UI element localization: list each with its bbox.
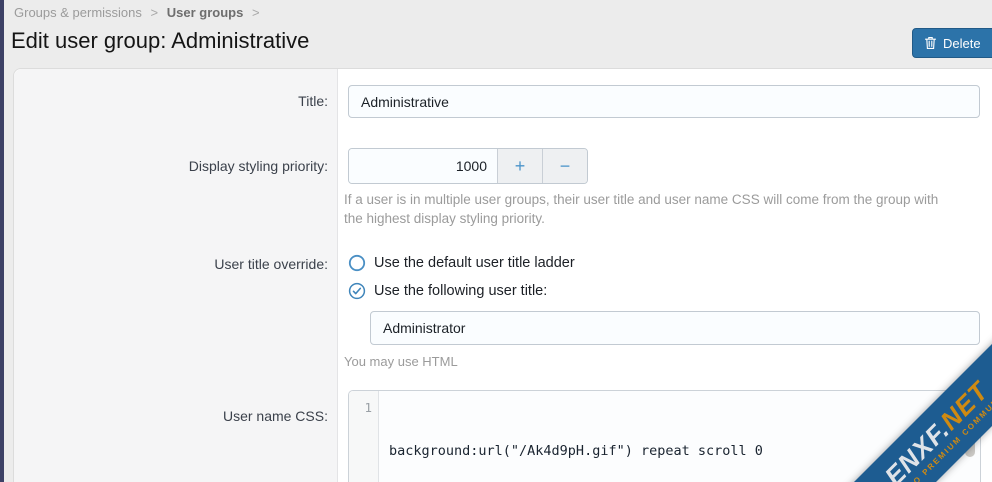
page-left-accent-strip — [0, 0, 4, 482]
html-allowed-help: You may use HTML — [344, 352, 744, 371]
code-editor-gutter: 1 — [349, 391, 379, 482]
display-styling-priority-stepper: + − — [348, 148, 588, 184]
display-styling-priority-input[interactable] — [349, 149, 497, 183]
breadcrumb: Groups & permissions > User groups > — [14, 5, 265, 20]
decrement-button[interactable]: − — [542, 149, 587, 183]
radio-option-label: Use the default user title ladder — [374, 255, 575, 271]
title-label: Title: — [18, 93, 328, 109]
increment-button[interactable]: + — [497, 149, 542, 183]
title-input[interactable] — [348, 85, 980, 118]
display-styling-priority-help: If a user is in multiple user groups, th… — [344, 190, 956, 228]
delete-button-label: Delete — [943, 36, 981, 51]
breadcrumb-separator: > — [151, 5, 159, 20]
user-title-override-label: User title override: — [18, 256, 328, 272]
radio-option-label: Use the following user title: — [374, 283, 547, 299]
radio-unchecked-icon — [348, 254, 366, 272]
display-styling-priority-label: Display styling priority: — [18, 158, 328, 174]
radio-checked-icon — [348, 282, 366, 300]
line-number: 1 — [349, 400, 372, 415]
trash-icon — [924, 36, 937, 50]
delete-button[interactable]: Delete — [912, 28, 992, 58]
custom-user-title-input[interactable] — [370, 311, 980, 345]
radio-option-default-title-ladder[interactable]: Use the default user title ladder — [348, 254, 575, 272]
page-title: Edit user group: Administrative — [11, 28, 309, 54]
user-name-css-label: User name CSS: — [18, 408, 328, 424]
breadcrumb-groups-permissions[interactable]: Groups & permissions — [14, 5, 142, 20]
edit-user-group-form: Title: Display styling priority: + − If … — [13, 68, 992, 482]
breadcrumb-separator: > — [252, 5, 260, 20]
breadcrumb-user-groups[interactable]: User groups — [167, 5, 244, 20]
radio-option-following-user-title[interactable]: Use the following user title: — [348, 282, 547, 300]
